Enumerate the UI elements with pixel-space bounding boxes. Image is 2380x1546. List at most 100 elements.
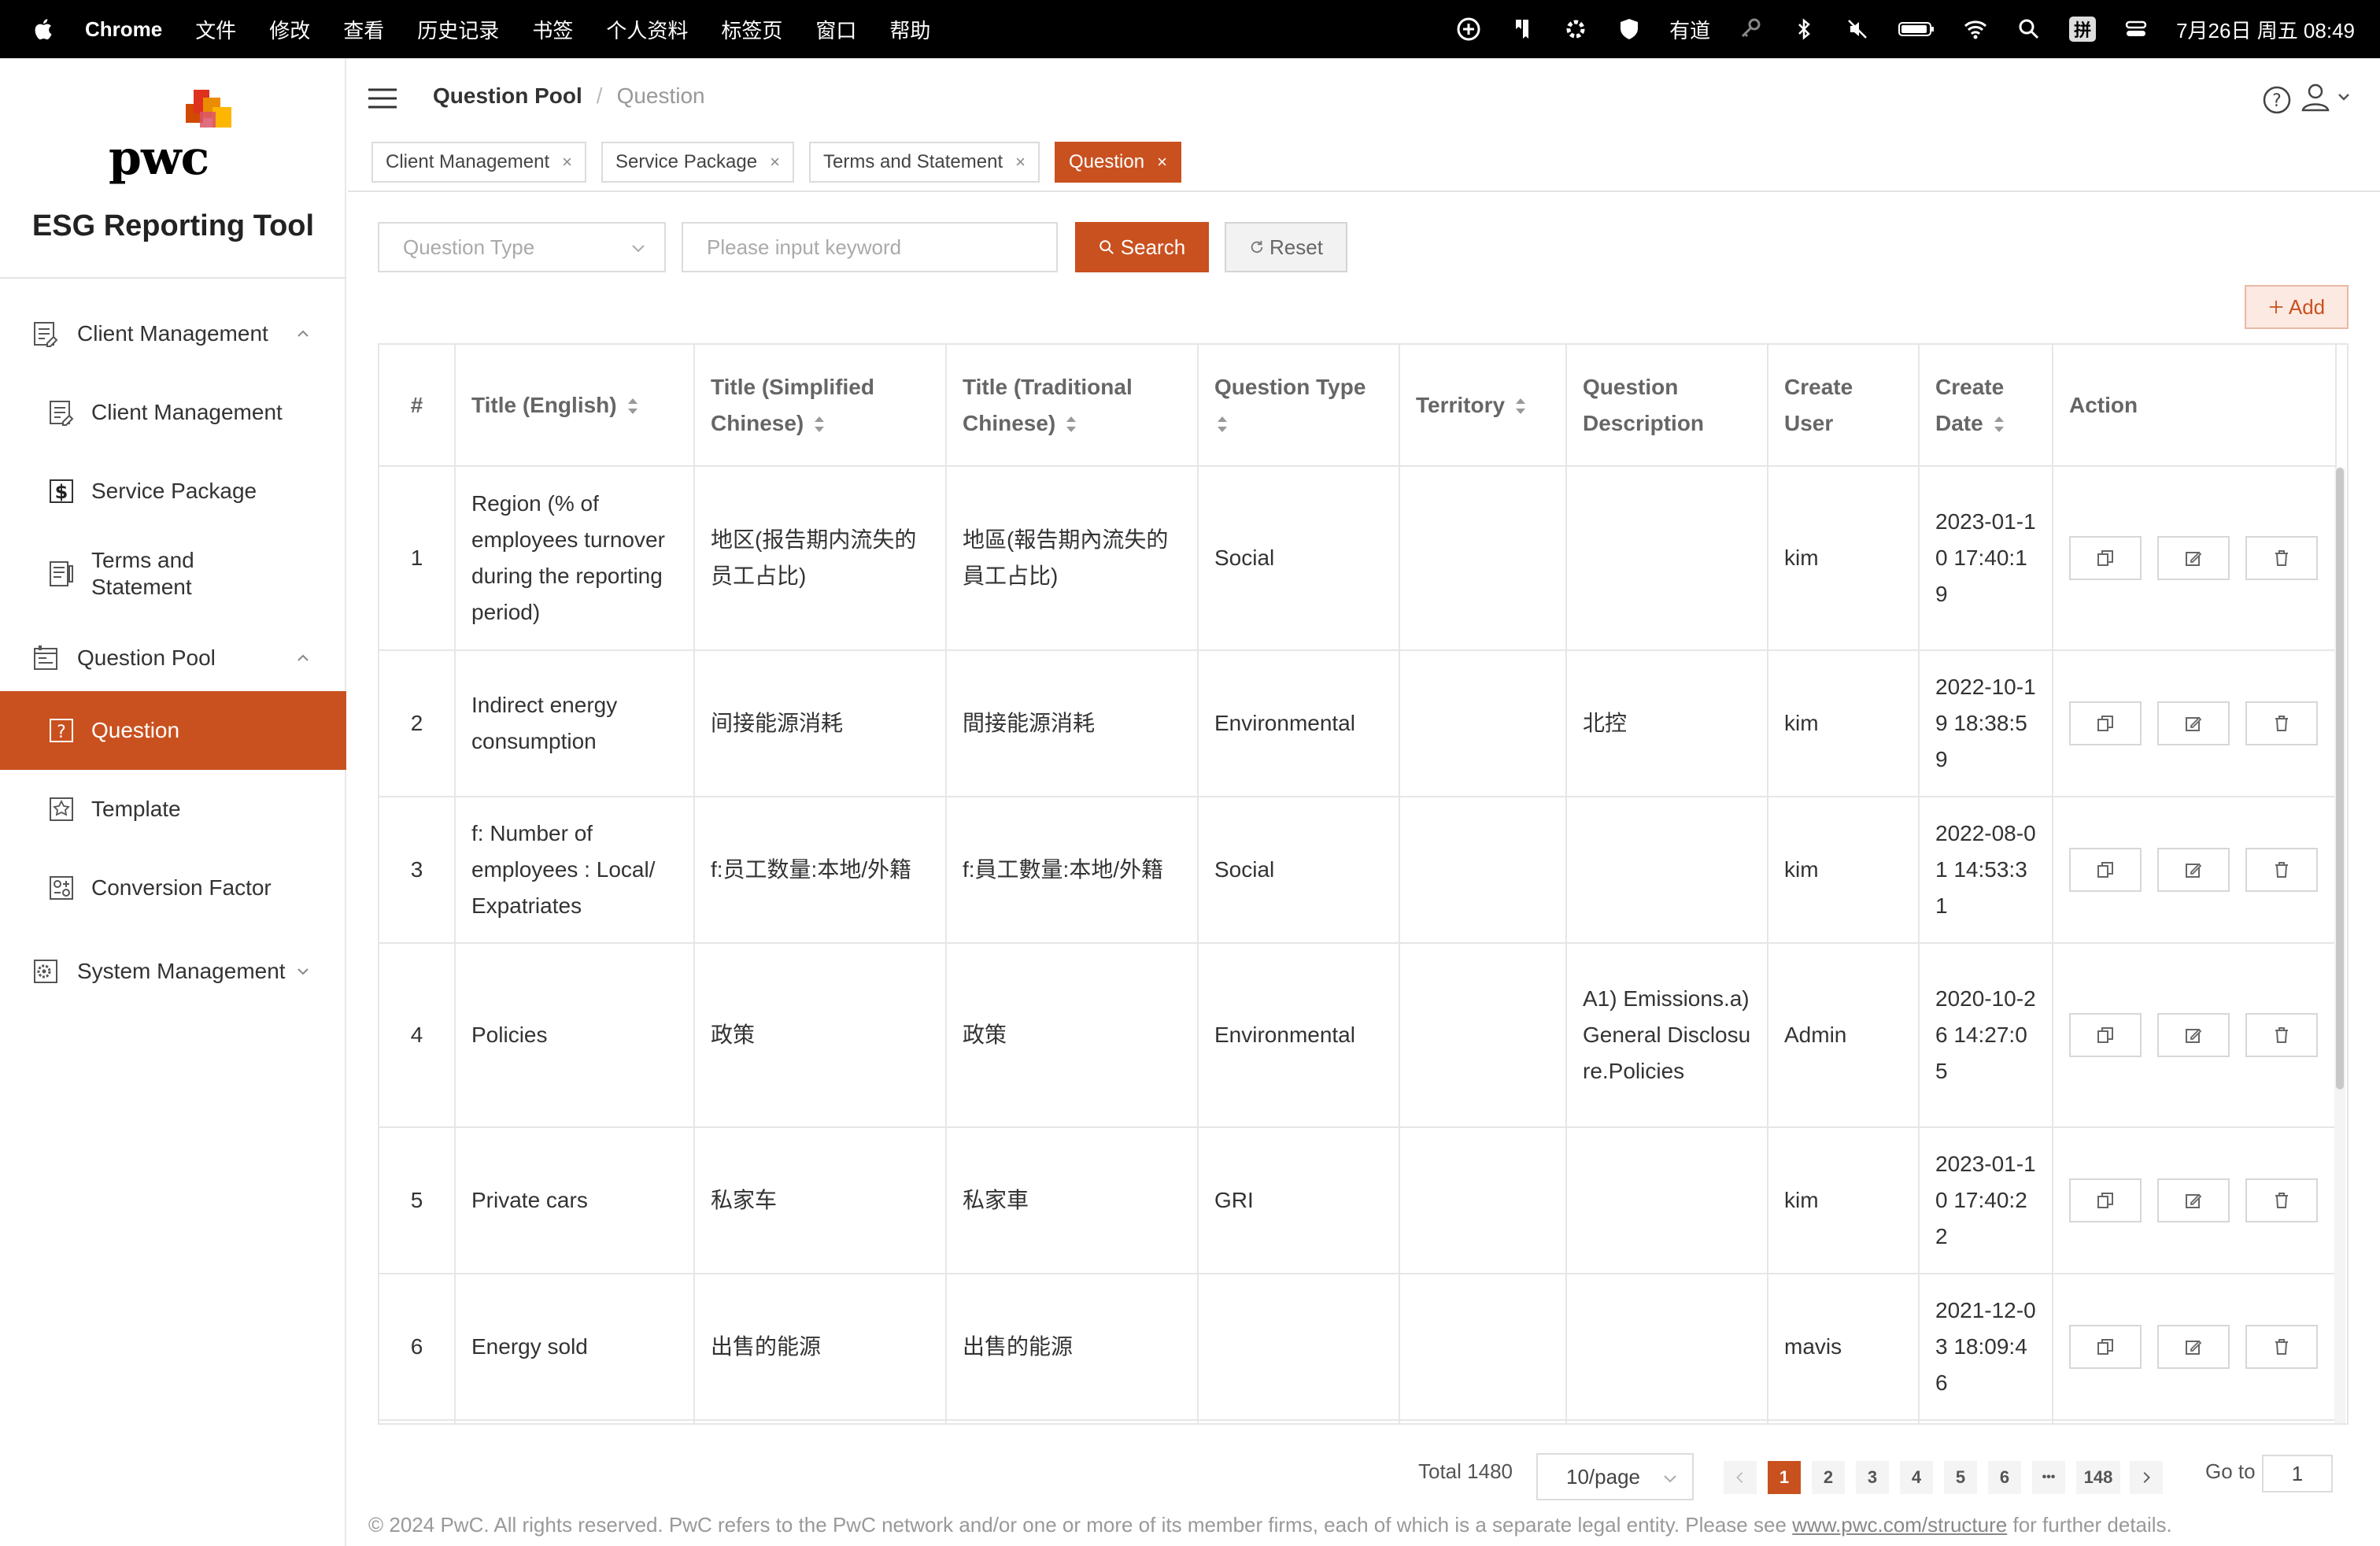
tab-service-package[interactable]: Service Package ×	[601, 142, 794, 183]
copy-button[interactable]	[2069, 848, 2142, 892]
table-row: 1 Region (% of employees turnover during …	[379, 466, 2337, 651]
page-button-3[interactable]: 3	[1856, 1461, 1889, 1494]
next-page-button[interactable]	[2130, 1461, 2163, 1494]
help-circle-icon[interactable]: ?	[2262, 85, 2292, 115]
menu-edit[interactable]: 修改	[269, 15, 310, 44]
goto-page-input[interactable]	[2262, 1455, 2333, 1492]
edit-button[interactable]	[2157, 1013, 2230, 1057]
tab-client-management[interactable]: Client Management ×	[371, 142, 586, 183]
page-button-4[interactable]: 4	[1900, 1461, 1933, 1494]
sort-icon[interactable]	[1991, 413, 2007, 435]
delete-button[interactable]	[2245, 1325, 2318, 1369]
delete-button[interactable]	[2245, 536, 2318, 580]
page-button-148[interactable]: 148	[2076, 1461, 2120, 1494]
menu-help[interactable]: 帮助	[889, 15, 930, 44]
add-question-button[interactable]: Add	[2245, 285, 2349, 329]
delete-button[interactable]	[2245, 1013, 2318, 1057]
page-size-select[interactable]: 10/page	[1536, 1453, 1694, 1500]
footer-link[interactable]: www.pwc.com/structure	[1792, 1513, 2007, 1537]
page-button-1[interactable]: 1	[1768, 1461, 1801, 1494]
question-type-select[interactable]: Question Type	[378, 222, 666, 272]
edit-button[interactable]	[2157, 1178, 2230, 1222]
tab-question[interactable]: Question ×	[1055, 142, 1181, 183]
sidebar-group-client-management[interactable]: Client Management	[0, 294, 346, 373]
menubar-app-name[interactable]: Chrome	[85, 17, 162, 42]
menu-bookmarks[interactable]: 书签	[532, 15, 573, 44]
gear-status-icon[interactable]	[1562, 16, 1589, 43]
vpn-icon[interactable]	[1455, 16, 1482, 43]
mute-icon[interactable]	[1844, 16, 1871, 43]
apple-icon[interactable]	[31, 17, 54, 42]
sidebar-group-system-management[interactable]: System Management	[0, 932, 346, 1011]
page-button-6[interactable]: 6	[1988, 1461, 2021, 1494]
col-header-territory[interactable]: Territory	[1399, 345, 1567, 467]
edit-button[interactable]	[2157, 1325, 2230, 1369]
scrollbar-thumb[interactable]	[2336, 468, 2344, 1089]
sidebar-item-client-management[interactable]: Client Management	[0, 373, 346, 452]
menu-view[interactable]: 查看	[343, 15, 384, 44]
sidebar-item-terms-and-statement[interactable]: Terms and Statement	[0, 531, 346, 617]
col-header-title-english[interactable]: Title (English)	[455, 345, 695, 467]
more-pages-button[interactable]: •••	[2032, 1461, 2065, 1494]
cell-qtype: Environmental	[1198, 650, 1400, 797]
sidebar-item-template[interactable]: Template	[0, 770, 346, 849]
close-icon[interactable]: ×	[1157, 152, 1167, 172]
close-icon[interactable]: ×	[1015, 152, 1026, 172]
sort-icon[interactable]	[625, 395, 641, 417]
menubar-clock[interactable]: 7月26日 周五 08:49	[2176, 15, 2355, 44]
hamburger-menu-icon[interactable]	[368, 88, 397, 109]
col-header-create-date[interactable]: Create Date	[1919, 345, 2053, 467]
wifi-icon[interactable]	[1962, 16, 1989, 43]
copy-button[interactable]	[2069, 1013, 2142, 1057]
close-icon[interactable]: ×	[770, 152, 780, 172]
battery-icon[interactable]	[1898, 16, 1935, 43]
edit-button[interactable]	[2157, 701, 2230, 745]
tab-terms-and-statement[interactable]: Terms and Statement ×	[809, 142, 1040, 183]
edit-button[interactable]	[2157, 848, 2230, 892]
shield-icon[interactable]	[1616, 16, 1643, 43]
input-method-badge[interactable]: 拼	[2069, 17, 2097, 42]
copy-button[interactable]	[2069, 701, 2142, 745]
control-center-icon[interactable]	[2123, 16, 2149, 43]
keyword-search-input[interactable]	[682, 222, 1058, 272]
col-header-title-traditional[interactable]: Title (Traditional Chinese)	[946, 345, 1199, 467]
breadcrumb-parent[interactable]: Question Pool	[433, 83, 582, 109]
table-scrollbar[interactable]	[2334, 468, 2345, 1423]
menu-profile[interactable]: 个人资料	[606, 15, 688, 44]
delete-button[interactable]	[2245, 1178, 2318, 1222]
col-header-question-type[interactable]: Question Type	[1198, 345, 1400, 467]
sidebar-item-conversion-factor[interactable]: Conversion Factor	[0, 849, 346, 927]
delete-button[interactable]	[2245, 701, 2318, 745]
page-button-5[interactable]: 5	[1944, 1461, 1977, 1494]
sidebar-label: System Management	[77, 959, 286, 983]
menu-file[interactable]: 文件	[195, 15, 236, 44]
prev-page-button[interactable]	[1724, 1461, 1757, 1494]
menu-history[interactable]: 历史记录	[417, 15, 499, 44]
copy-button[interactable]	[2069, 1178, 2142, 1222]
bluetooth-icon[interactable]	[1791, 16, 1817, 43]
spotlight-search-icon[interactable]	[2016, 16, 2042, 43]
sort-icon[interactable]	[1214, 413, 1230, 435]
edit-button[interactable]	[2157, 536, 2230, 580]
col-header-title-simplified[interactable]: Title (Simplified Chinese)	[694, 345, 947, 467]
delete-button[interactable]	[2245, 848, 2318, 892]
youdao-label[interactable]: 有道	[1669, 16, 1710, 43]
sort-icon[interactable]	[1063, 413, 1079, 435]
sort-icon[interactable]	[1513, 395, 1528, 417]
copy-button[interactable]	[2069, 536, 2142, 580]
sort-icon[interactable]	[811, 413, 827, 435]
sidebar-item-question[interactable]: ? Question	[0, 691, 346, 770]
bookmark-app-icon[interactable]	[1509, 16, 1536, 43]
reset-button[interactable]: Reset	[1225, 222, 1347, 272]
menu-window[interactable]: 窗口	[815, 15, 856, 44]
sidebar-item-service-package[interactable]: $ Service Package	[0, 452, 346, 531]
search-button[interactable]: Search	[1075, 222, 1209, 272]
close-icon[interactable]: ×	[562, 152, 572, 172]
key-icon[interactable]	[1737, 16, 1764, 43]
reset-button-label: Reset	[1269, 235, 1323, 259]
page-button-2[interactable]: 2	[1812, 1461, 1845, 1494]
user-avatar-icon[interactable]	[2298, 82, 2353, 113]
sidebar-group-question-pool[interactable]: Question Pool	[0, 619, 346, 697]
menu-tabs[interactable]: 标签页	[721, 15, 782, 44]
copy-button[interactable]	[2069, 1325, 2142, 1369]
